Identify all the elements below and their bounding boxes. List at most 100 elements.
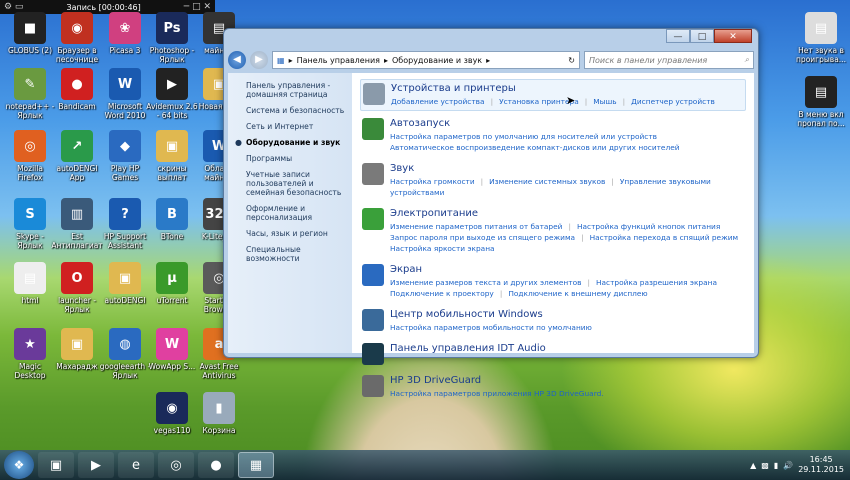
desktop-icon[interactable]: ★ Magic Desktop (4, 328, 56, 380)
desktop-icon[interactable]: W WowApp S... (146, 328, 198, 380)
category-link[interactable]: Автоматическое воспроизведение компакт-д… (390, 143, 680, 152)
desktop-icon[interactable]: Olauncher - Ярлык (51, 262, 103, 314)
desktop-icon[interactable]: W Microsoft Word 2010 (99, 68, 151, 120)
leftnav-item[interactable]: Специальные возможности (246, 245, 352, 263)
desktop-icon[interactable]: ↗ autoDENGI App (51, 130, 103, 182)
category-icon[interactable] (362, 163, 384, 185)
category-link[interactable]: Добавление устройства (391, 97, 485, 106)
battery-icon[interactable]: ▮ (774, 461, 778, 470)
category-link[interactable]: Настройка функций кнопок питания (577, 222, 720, 231)
category-icon[interactable] (362, 118, 384, 140)
category-link[interactable]: Подключение к внешнему дисплею (508, 289, 647, 298)
desktop-icon[interactable]: ▣ скрины выплат (146, 130, 198, 182)
category-icon[interactable] (362, 208, 384, 230)
leftnav-item[interactable]: Учетные записи пользователей и семейная … (246, 170, 352, 197)
desktop-icon[interactable]: ■ GLOBUS (2) (4, 12, 56, 64)
category-link[interactable]: Настройка параметров по умолчанию для но… (390, 132, 657, 141)
minimize-button[interactable]: — (666, 29, 690, 43)
category-icon[interactable] (363, 83, 385, 105)
desktop-icon[interactable]: ▤ Нет звука в проигрыва... (795, 12, 847, 64)
desktop-icon[interactable]: ▮ Корзина (193, 392, 245, 444)
forward-button[interactable]: ▶ (250, 51, 268, 69)
category-link[interactable]: Настройка параметров мобильности по умол… (390, 323, 592, 332)
network-icon[interactable]: ▩ (761, 461, 769, 470)
category-link[interactable]: Настройка яркости экрана (390, 244, 495, 253)
breadcrumb-hardware-sound[interactable]: Оборудование и звук (392, 56, 482, 65)
category-title[interactable]: Электропитание (390, 208, 738, 219)
category-title[interactable]: HP 3D DriveGuard (390, 375, 604, 386)
category-link[interactable]: Запрос пароля при выходе из спящего режи… (390, 233, 575, 242)
breadcrumb-sep: ▸ (383, 55, 388, 65)
desktop-icon[interactable]: ◉ vegas110 (146, 392, 198, 444)
recorder-window-controls[interactable]: ─ □ ✕ (184, 2, 211, 12)
desktop-icon-label: GLOBUS (2) (7, 46, 53, 55)
leftnav-item[interactable]: Программы (246, 154, 352, 163)
category-link[interactable]: Настройка громкости (390, 177, 475, 186)
desktop-icon[interactable]: ◆ Play HP Games (99, 130, 151, 182)
category-icon[interactable] (362, 343, 384, 365)
category-link[interactable]: Настройка перехода в спящий режим (590, 233, 739, 242)
desktop-icon[interactable]: ◉ Браузер в песочнице (51, 12, 103, 64)
category-title[interactable]: Звук (390, 163, 744, 174)
leftnav-item[interactable]: Система и безопасность (246, 106, 352, 115)
leftnav-item[interactable]: Сеть и Интернет (246, 122, 352, 131)
category-title[interactable]: Автозапуск (390, 118, 680, 129)
recorder-controls-icon[interactable]: ⚙ ▭ (4, 2, 23, 12)
taskbar-bandicam-icon[interactable]: ● (198, 452, 234, 478)
search-icon[interactable]: ⌕ (745, 55, 749, 65)
taskbar-media-player-icon[interactable]: ▶ (78, 452, 114, 478)
category-link[interactable]: Мышь (593, 97, 616, 106)
leftnav-item[interactable]: Оборудование и звук (246, 138, 352, 147)
volume-icon[interactable]: 🔊 (783, 461, 793, 470)
leftnav-item[interactable]: Оформление и персонализация (246, 204, 352, 222)
start-button[interactable]: ❖ (4, 451, 34, 479)
desktop-icon[interactable]: ◎ Mozilla Firefox (4, 130, 56, 182)
desktop-icon[interactable]: S Skype - Ярлык (4, 198, 56, 250)
desktop-icon[interactable]: ▶ Avidemux 2.6 - 64 bits (146, 68, 198, 120)
category-icon[interactable] (362, 309, 384, 331)
desktop-icon[interactable]: B BTone (146, 198, 198, 250)
desktop-icon[interactable]: ▣ Махарадж (51, 328, 103, 380)
taskbar-explorer-icon[interactable]: ▣ (38, 452, 74, 478)
leftnav-item[interactable]: Панель управления - домашняя страница (246, 81, 352, 99)
desktop-icon[interactable]: ? HP Support Assistant (99, 198, 151, 250)
category-link[interactable]: Диспетчер устройств (631, 97, 715, 106)
category-title[interactable]: Центр мобильности Windows (390, 309, 592, 320)
refresh-icon[interactable]: ↻ (568, 56, 575, 65)
tray-arrow-icon[interactable]: ▲ (750, 461, 756, 470)
desktop-icon[interactable]: ▤ html (4, 262, 56, 314)
category-title[interactable]: Панель управления IDT Audio (390, 343, 546, 354)
category-link[interactable]: Подключение к проектору (390, 289, 494, 298)
search-input[interactable]: Поиск в панели управления ⌕ (584, 51, 754, 69)
category-title[interactable]: Устройства и принтеры (391, 83, 715, 94)
desktop-icon[interactable]: ● Bandicam (51, 68, 103, 120)
back-button[interactable]: ◀ (228, 51, 246, 69)
desktop-icon[interactable]: ✎ notepad++ - Ярлык (4, 68, 56, 120)
category-icon[interactable] (362, 264, 384, 286)
category-list: Устройства и принтеры Добавление устройст… (352, 73, 754, 398)
category-link[interactable]: Настройка параметров приложения HP 3D Dr… (390, 389, 604, 398)
category-title[interactable]: Экран (390, 264, 717, 275)
desktop-icon[interactable]: µ uTorrent (146, 262, 198, 314)
taskbar-chrome-icon[interactable]: ◎ (158, 452, 194, 478)
category-icon[interactable] (362, 375, 384, 397)
desktop-icon[interactable]: ◍ googleearth - Ярлык (99, 328, 151, 380)
close-button[interactable]: ✕ (714, 29, 752, 43)
desktop-icon[interactable]: ❀ Picasa 3 (99, 12, 151, 64)
leftnav-item[interactable]: Часы, язык и регион (246, 229, 352, 238)
desktop-icon[interactable]: ▤ В меню вкл пропал по... (795, 76, 847, 128)
clock[interactable]: 16:45 29.11.2015 (798, 455, 844, 475)
category-link[interactable]: Изменение системных звуков (489, 177, 605, 186)
address-bar[interactable]: ▦ ▸ Панель управления ▸ Оборудование и з… (272, 51, 580, 69)
control-panel-window[interactable]: — □ ✕ ◀ ▶ ▦ ▸ Панель управления ▸ Оборуд… (223, 28, 759, 398)
desktop-icon[interactable]: Ps Photoshop - Ярлык (146, 12, 198, 64)
category-link[interactable]: Изменение размеров текста и других элеме… (390, 278, 581, 287)
breadcrumb-control-panel[interactable]: Панель управления (297, 56, 380, 65)
category-link[interactable]: Настройка разрешения экрана (596, 278, 717, 287)
category-link[interactable]: Изменение параметров питания от батарей (390, 222, 562, 231)
taskbar-internet-explorer-icon[interactable]: e (118, 452, 154, 478)
desktop-icon[interactable]: ▥ Est Антиплагиат (51, 198, 103, 250)
taskbar-control-panel-icon[interactable]: ▦ (238, 452, 274, 478)
desktop-icon[interactable]: ▣ autoDENGI (99, 262, 151, 314)
maximize-button[interactable]: □ (690, 29, 714, 43)
